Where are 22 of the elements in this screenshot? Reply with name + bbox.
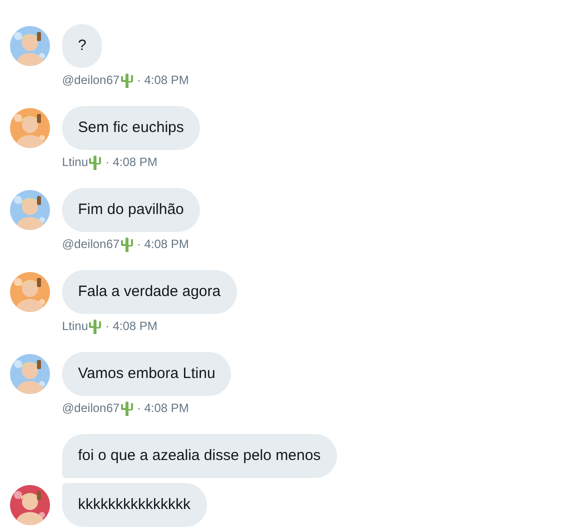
author-name: @deilon67	[62, 237, 120, 251]
message-time: · 4:08 PM	[104, 155, 158, 169]
author-name: Ltinu	[62, 319, 88, 333]
message-time: · 4:08 PM	[136, 237, 189, 251]
message-time: · 4:08 PM	[136, 73, 189, 87]
cactus-icon	[88, 154, 102, 170]
author-name: Ltinu	[62, 155, 88, 169]
cactus-icon	[120, 236, 134, 252]
author-name: @deilon67	[62, 401, 120, 415]
message-bubble: ?	[62, 24, 102, 68]
message-time: · 4:08 PM	[136, 401, 189, 415]
message-bubble: Vamos embora Ltinu	[62, 352, 232, 396]
author-name: @deilon67	[62, 73, 120, 87]
cactus-icon	[120, 72, 134, 88]
message-bubble: Sem fic euchips	[62, 106, 200, 150]
message-bubble: kkkkkkkkkkkkkkk	[62, 483, 206, 527]
cactus-icon	[88, 318, 102, 334]
message-bubble: foi o que a azealia disse pelo menos	[62, 434, 337, 478]
message-bubble: Fala a verdade agora	[62, 270, 237, 314]
message-bubble: Fim do pavilhão	[62, 188, 200, 232]
message-time: · 4:08 PM	[104, 319, 158, 333]
cactus-icon	[120, 400, 134, 416]
